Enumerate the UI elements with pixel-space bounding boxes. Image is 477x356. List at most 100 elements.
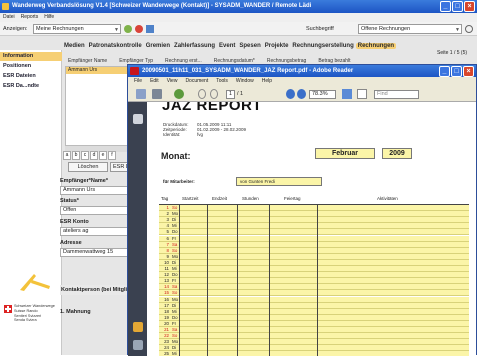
letter-b-button[interactable]: b [72, 151, 80, 160]
find-input[interactable]: Find [374, 90, 419, 99]
pages-icon[interactable] [133, 114, 143, 124]
reader-minimize-button[interactable]: _ [439, 66, 450, 77]
adobe-reader-window: 20090501_11h11_031_SYSADM_WANDER_JAZ Rep… [127, 64, 477, 356]
zoom-in-icon[interactable] [297, 89, 306, 99]
weekday: Mo [172, 339, 179, 345]
status-field[interactable]: Offen [60, 206, 134, 215]
minimize-button[interactable]: _ [440, 1, 451, 12]
menu-window[interactable]: Window [236, 77, 254, 86]
sidebar-item-information[interactable]: Information [0, 52, 62, 61]
weekday: Fr [172, 235, 177, 241]
menu-help[interactable]: Help [262, 77, 272, 86]
search-icon[interactable] [465, 25, 473, 33]
chevron-down-icon: ▼ [455, 27, 460, 33]
tab-rechnungen[interactable]: Rechnungen [355, 43, 397, 49]
tab-rechnungserstellung[interactable]: Rechnungserstellung [290, 43, 355, 49]
fit-width-icon[interactable] [357, 89, 367, 99]
menu-tools[interactable]: Tools [216, 77, 228, 86]
tab-event[interactable]: Event [217, 43, 237, 49]
suchbegriff-select[interactable]: Offene Rechnungen ▼ [358, 24, 462, 34]
anzeigen-select[interactable]: Meine Rechnungen ▼ [33, 24, 121, 34]
delete-icon[interactable] [135, 25, 143, 33]
letter-f-button[interactable]: f [108, 151, 116, 160]
day-number: 9 [166, 253, 169, 259]
tab-projekte[interactable]: Projekte [263, 43, 291, 49]
weekday: Sa [172, 327, 178, 332]
weekday: Mi [172, 308, 177, 314]
menu-view[interactable]: View [167, 77, 178, 86]
letter-e-button[interactable]: e [99, 151, 107, 160]
close-button[interactable]: × [464, 1, 475, 12]
print-icon[interactable] [152, 89, 162, 99]
tab-spesen[interactable]: Spesen [237, 43, 262, 49]
page-number-input[interactable]: 1 [226, 90, 235, 99]
empfaenger-field[interactable]: Ammann Urs [60, 186, 134, 195]
prev-page-icon[interactable] [198, 89, 206, 99]
wanderwege-logo-icon [20, 274, 50, 291]
zoom-out-icon[interactable] [286, 89, 295, 99]
menu-file[interactable]: File [134, 77, 142, 86]
day-number: 8 [166, 247, 169, 253]
day-number: 24 [164, 345, 169, 351]
weekday: So [172, 333, 178, 339]
day-number: 21 [164, 327, 169, 332]
esr-konto-field[interactable]: ateliers ag [60, 227, 134, 236]
weekday: Mo [172, 296, 179, 302]
page-total: / 1 [237, 91, 244, 97]
letter-a-button[interactable]: a [63, 151, 71, 160]
day-number: 14 [164, 284, 169, 290]
weekday: Mo [172, 211, 179, 217]
report-table: 1 So 2 Mo 3 Di 4 Mi 5 Do 6 Fr 7 Sa 8 So 9 Mo 10 Di 11 Mi 12 Do 1… [159, 204, 469, 356]
column-divider [207, 205, 208, 356]
column-divider [269, 205, 270, 356]
monat-value: Februar [315, 148, 375, 159]
sidebar-item-esr-dateien[interactable]: ESR Dateien [0, 72, 62, 81]
attachments-icon[interactable] [133, 322, 143, 332]
anzeigen-select-value: Meine Rechnungen [36, 26, 84, 32]
fit-page-icon[interactable] [342, 89, 352, 99]
swiss-flag-icon [4, 305, 12, 313]
sidebar-item-positionen[interactable]: Positionen [0, 62, 62, 71]
tab-zahlerfassung[interactable]: Zahlerfassung [172, 43, 217, 49]
weekday: Sa [172, 284, 178, 290]
report-title: JAZ REPORT [162, 102, 263, 114]
reader-close-button[interactable]: × [463, 66, 474, 77]
menu-edit[interactable]: Edit [150, 77, 159, 86]
day-number: 17 [164, 302, 169, 308]
save-icon[interactable] [136, 89, 146, 99]
weekday: So [172, 205, 178, 210]
tab-gremien[interactable]: Gremien [144, 43, 172, 49]
weekday: Sa [172, 241, 178, 247]
tab-medien[interactable]: Medien [62, 43, 87, 49]
day-number: 6 [166, 235, 169, 241]
day-number: 11 [164, 266, 169, 271]
menu-datei[interactable]: Datei [3, 13, 15, 22]
anzeigen-label: Anzeigen: [3, 26, 28, 32]
tab-patronatskontrolle[interactable]: Patronatskontrolle [87, 43, 144, 49]
mitarbeiter-value: von Gunten Fredi [236, 177, 322, 186]
menu-reports[interactable]: Reports [21, 13, 39, 22]
day-number: 20 [164, 320, 169, 326]
zoom-select[interactable]: 78.3% [309, 90, 336, 99]
paperclip-icon[interactable] [133, 340, 143, 350]
col-endzeit: Endzeit [212, 196, 228, 201]
col-empfaenger-name[interactable]: Empfänger Name [68, 58, 107, 66]
add-icon[interactable] [124, 25, 132, 33]
menu-document[interactable]: Document [185, 77, 208, 86]
weekday: So [172, 247, 178, 253]
loschen-button[interactable]: Löschen [68, 162, 108, 172]
letter-d-button[interactable]: d [90, 151, 98, 160]
letter-c-button[interactable]: c [81, 151, 89, 160]
jahr-value: 2009 [382, 148, 412, 159]
next-page-icon[interactable] [210, 89, 218, 99]
sidebar-item-esr-daten[interactable]: ESR Da...ndte [0, 82, 62, 91]
weekday: Mi [172, 351, 177, 356]
table-row[interactable]: Ammann Urs [66, 67, 134, 74]
menu-hilfe[interactable]: Hilfe [44, 13, 54, 22]
share-icon[interactable] [174, 89, 184, 99]
report-table-header: Tag Startzeit Endzeit Stunden Feiertag A… [159, 196, 469, 203]
reader-maximize-button[interactable]: □ [451, 66, 462, 77]
maximize-button[interactable]: □ [452, 1, 463, 12]
refresh-icon[interactable] [146, 25, 154, 33]
adresse-field[interactable]: Dammenwattweg 15 [60, 248, 134, 257]
